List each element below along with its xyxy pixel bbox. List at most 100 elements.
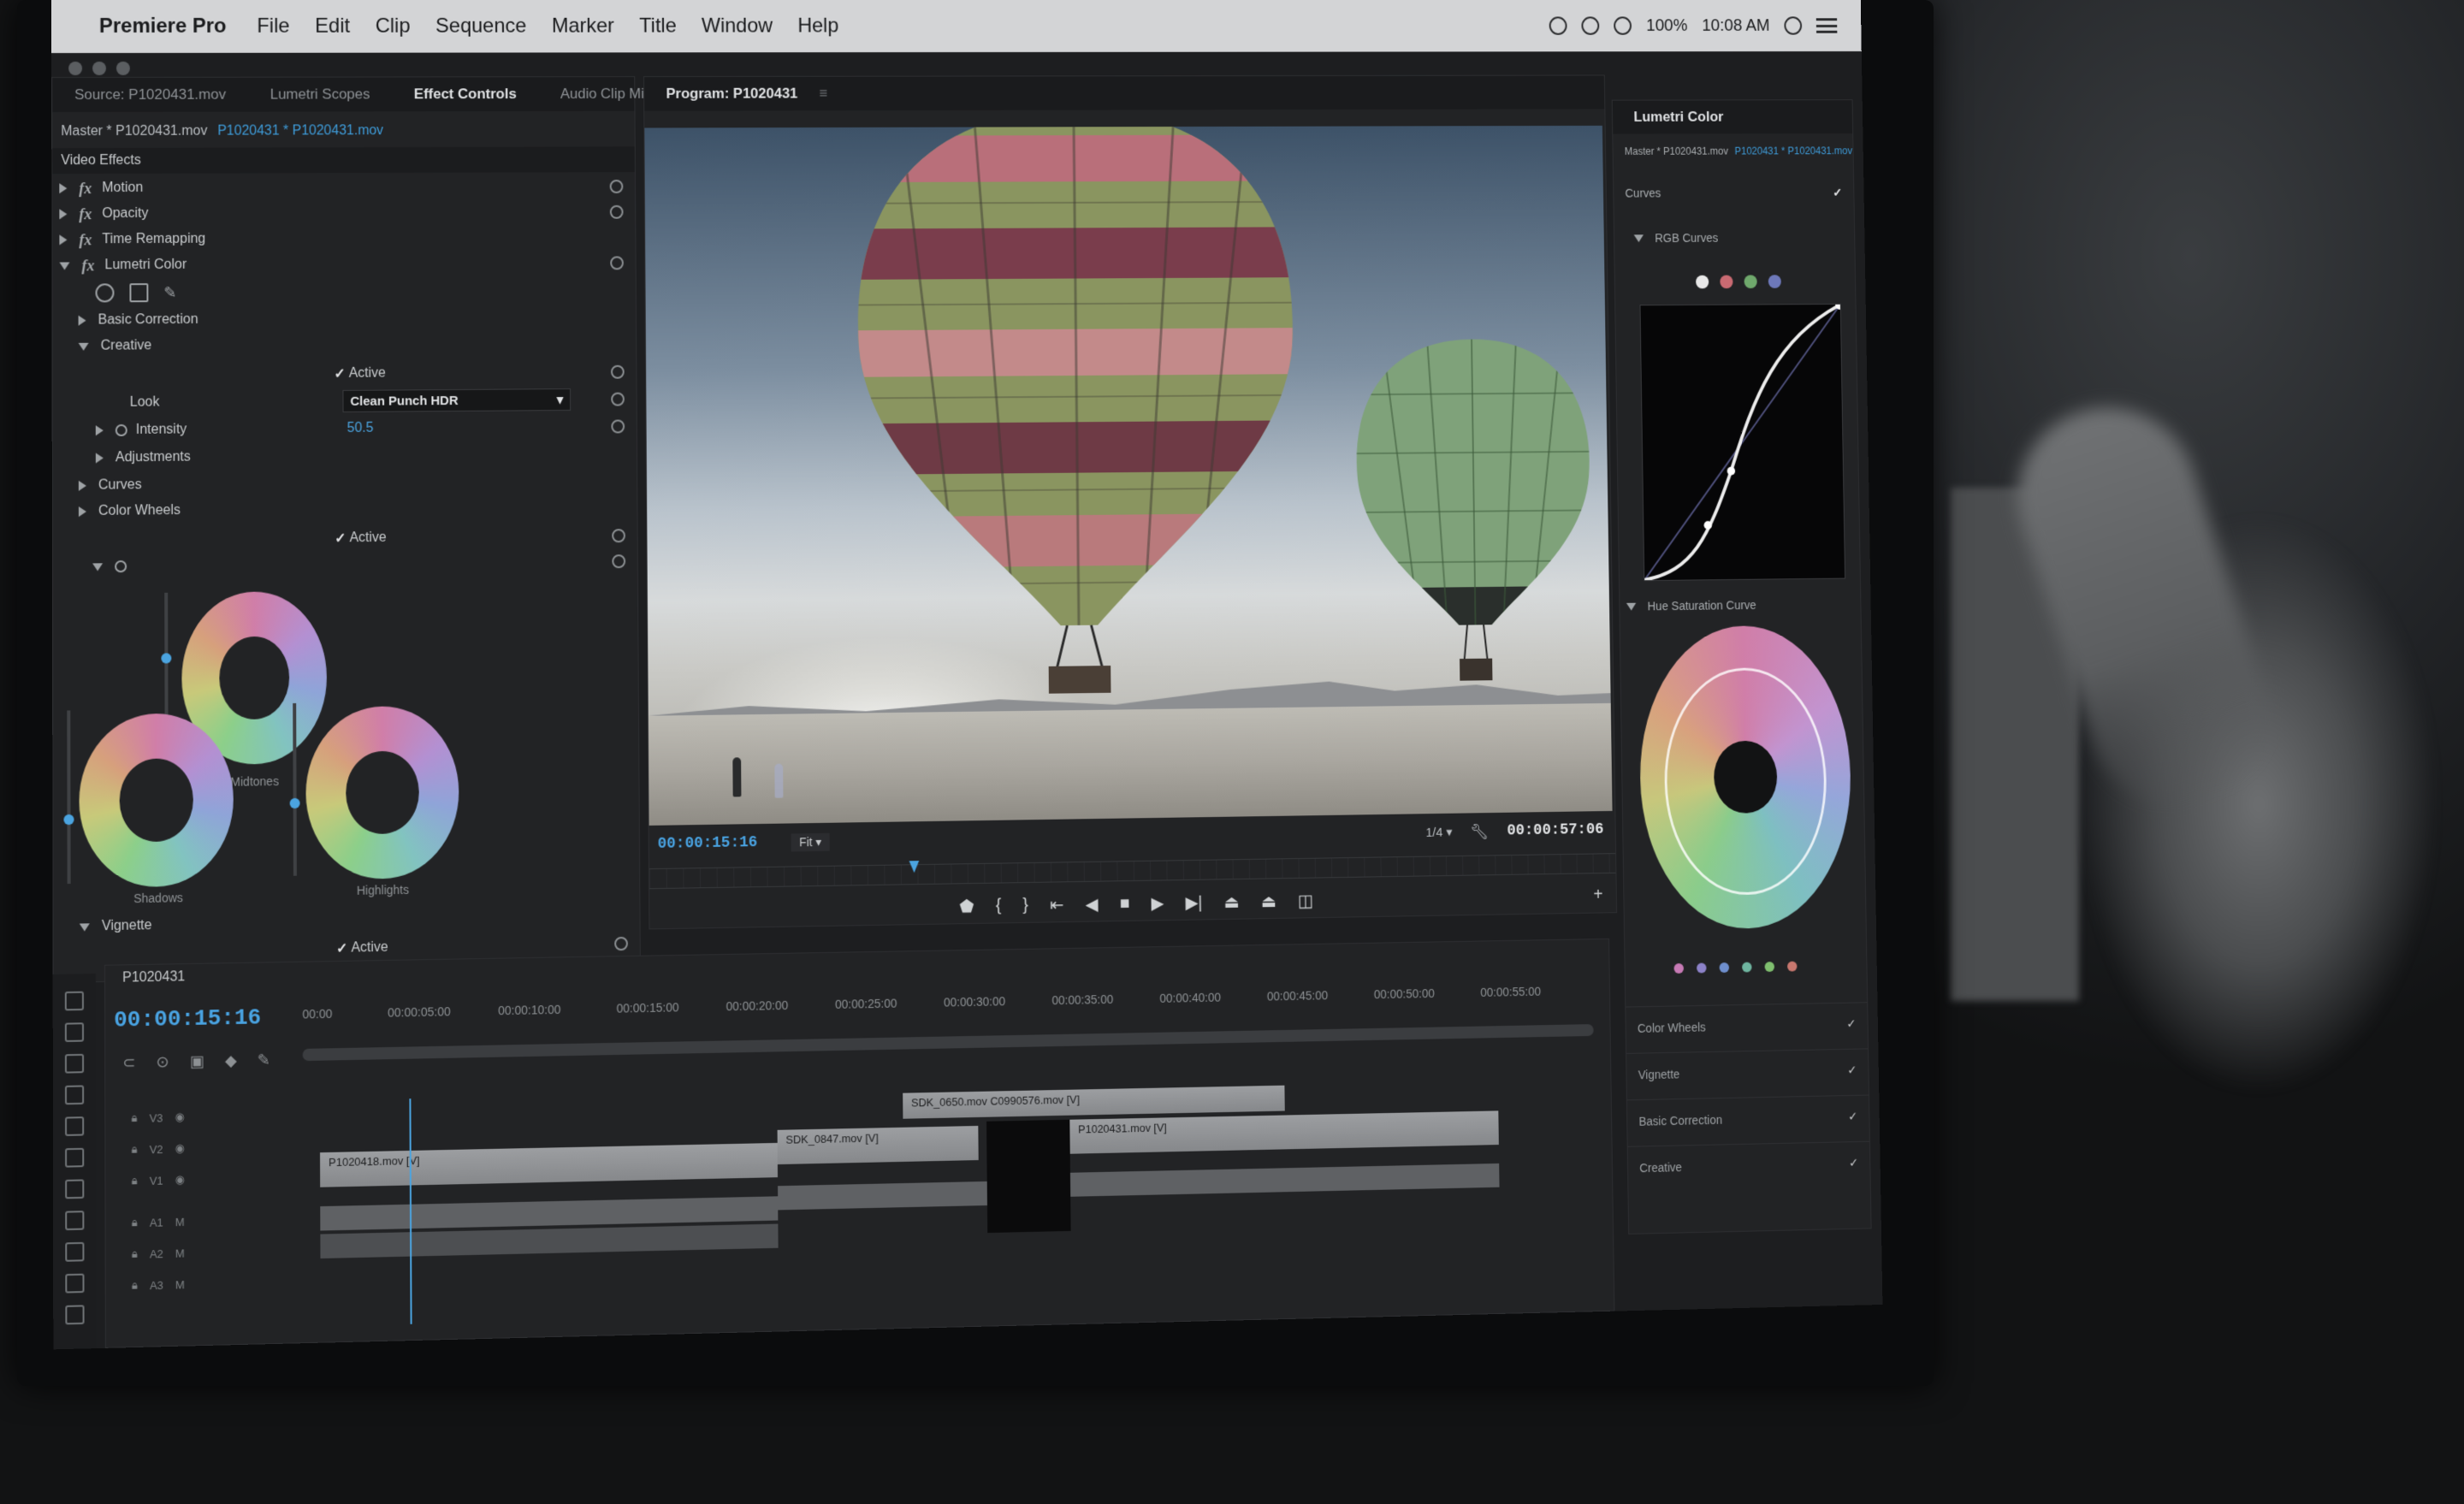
go-to-in-icon[interactable]: ⇤ — [1050, 894, 1064, 915]
hue-sat-section[interactable]: Hue Saturation Curve — [1620, 591, 1861, 619]
clip-link[interactable]: P1020431 * P1020431.mov — [1734, 145, 1852, 157]
minimize-window-button[interactable] — [92, 61, 107, 75]
lift-icon[interactable]: ⏏ — [1223, 891, 1240, 913]
hand-tool-icon[interactable] — [65, 1273, 85, 1294]
curves-section[interactable]: Curves ✓ — [1614, 180, 1854, 205]
slider-knob[interactable] — [63, 814, 74, 826]
razor-tool-icon[interactable] — [65, 1147, 85, 1168]
collapse-icon[interactable] — [1626, 602, 1637, 611]
adjustments-row[interactable]: Adjustments — [53, 441, 637, 471]
checkmark-icon[interactable]: ✓ — [1846, 1016, 1856, 1031]
checkmark-icon[interactable]: ✓ — [1849, 1156, 1858, 1170]
expand-icon[interactable] — [59, 183, 68, 194]
tab-sequence[interactable]: P1020431 — [122, 969, 185, 986]
stopwatch-icon[interactable] — [115, 423, 127, 437]
zoom-window-button[interactable] — [116, 61, 130, 75]
add-marker-icon[interactable]: ⬟ — [959, 896, 974, 917]
step-forward-icon[interactable]: ▶| — [1185, 892, 1202, 914]
effect-motion[interactable]: fx Motion — [52, 174, 635, 201]
effect-time-remapping[interactable]: fx Time Remapping — [52, 225, 635, 253]
button-editor-icon[interactable]: + — [1593, 885, 1602, 905]
white-channel-dot[interactable] — [1696, 275, 1709, 289]
pen-tool-icon[interactable] — [65, 1241, 85, 1262]
expand-icon[interactable] — [59, 209, 68, 220]
expand-icon[interactable] — [59, 234, 68, 246]
nest-icon[interactable]: ▣ — [190, 1052, 204, 1071]
eye-icon[interactable]: ◉ — [175, 1141, 185, 1156]
video-frame[interactable] — [644, 125, 1613, 826]
highlights-slider[interactable] — [289, 702, 300, 876]
linked-selection-icon[interactable]: ⊙ — [157, 1053, 169, 1072]
ripple-edit-tool-icon[interactable] — [64, 1053, 85, 1074]
play-icon[interactable]: ▶ — [1151, 892, 1164, 914]
fx-icon[interactable]: fx — [79, 180, 92, 198]
notification-icon[interactable] — [1815, 18, 1838, 33]
wifi-icon[interactable] — [1581, 16, 1600, 35]
clip-v2[interactable]: SDK_0847.mov [V] — [777, 1125, 979, 1165]
snap-icon[interactable]: ⊂ — [122, 1054, 135, 1073]
close-window-button[interactable] — [68, 61, 83, 75]
volume-icon[interactable] — [1614, 16, 1632, 35]
timeline-scrollbar[interactable] — [302, 1024, 1594, 1062]
collapse-icon[interactable] — [78, 342, 89, 351]
red-dot[interactable] — [1786, 961, 1798, 972]
midtones-slider[interactable] — [161, 592, 172, 731]
blue-channel-dot[interactable] — [1768, 275, 1781, 288]
expand-icon[interactable] — [78, 480, 86, 491]
expand-icon[interactable] — [78, 506, 86, 518]
extract-icon[interactable]: ⏏ — [1261, 891, 1276, 912]
collapse-icon[interactable] — [79, 922, 90, 932]
blue-dot[interactable] — [1719, 962, 1730, 974]
lock-icon[interactable]: 🔒︎ — [132, 1174, 138, 1187]
master-clip-label[interactable]: Master * P1020431.mov — [1625, 145, 1728, 157]
basic-correction-row[interactable]: Basic Correction — [53, 305, 637, 334]
lock-icon[interactable]: 🔒︎ — [132, 1247, 138, 1261]
stop-icon[interactable]: ■ — [1120, 894, 1130, 914]
tab-menu-icon[interactable]: ≡ — [820, 86, 828, 103]
reset-icon[interactable] — [612, 554, 626, 569]
audio-clip-a1-c[interactable] — [1069, 1163, 1500, 1197]
slip-tool-icon[interactable] — [65, 1179, 85, 1199]
fx-icon[interactable]: fx — [79, 231, 92, 249]
menu-marker[interactable]: Marker — [552, 15, 614, 38]
menu-sequence[interactable]: Sequence — [435, 15, 526, 38]
expand-icon[interactable] — [78, 315, 86, 326]
timeline-timecode[interactable]: 00:00:15:16 — [114, 1004, 261, 1033]
slider-knob[interactable] — [289, 797, 300, 809]
mute-icon[interactable]: M — [175, 1278, 185, 1292]
zoom-tool-icon[interactable] — [65, 1305, 85, 1325]
reset-icon[interactable] — [610, 256, 624, 270]
checkmark-icon[interactable]: ✓ — [334, 365, 345, 382]
green-channel-dot[interactable] — [1744, 275, 1757, 289]
search-icon[interactable] — [1784, 16, 1803, 35]
lock-icon[interactable]: 🔒︎ — [131, 1111, 137, 1125]
effect-lumetri-color[interactable]: fx Lumetri Color — [52, 250, 635, 278]
tab-lumetri-color[interactable]: Lumetri Color — [1613, 109, 1744, 126]
checkmark-icon[interactable]: ✓ — [1847, 1063, 1857, 1077]
reset-icon[interactable] — [614, 936, 628, 951]
menu-title[interactable]: Title — [639, 15, 677, 38]
reset-icon[interactable] — [611, 392, 625, 406]
black-video-clip[interactable] — [986, 1119, 1071, 1234]
eye-icon[interactable]: ◉ — [175, 1110, 185, 1124]
slider-knob[interactable] — [161, 653, 172, 664]
cyan-dot[interactable] — [1742, 962, 1752, 973]
timeline-ruler[interactable]: 00:00 00:00:05:00 00:00:10:00 00:00:15:0… — [302, 974, 1601, 1032]
green-dot[interactable] — [1764, 962, 1775, 973]
cloud-icon[interactable] — [1549, 16, 1567, 35]
magenta-dot[interactable] — [1673, 962, 1685, 974]
mark-in-icon[interactable]: { — [996, 896, 1002, 915]
creative-active[interactable]: ✓ Active — [53, 359, 637, 389]
menu-clip[interactable]: Clip — [376, 15, 411, 38]
lock-icon[interactable]: 🔒︎ — [132, 1278, 138, 1292]
stopwatch-icon[interactable] — [115, 560, 127, 573]
current-time[interactable]: 00:00:15:16 — [658, 834, 758, 853]
master-clip-label[interactable]: Master * P1020431.mov — [61, 124, 207, 139]
mute-icon[interactable]: M — [175, 1246, 185, 1260]
reset-icon[interactable] — [609, 180, 624, 193]
rate-stretch-tool-icon[interactable] — [65, 1116, 85, 1136]
fx-icon[interactable]: fx — [81, 257, 94, 275]
tab-effect-controls[interactable]: Effect Controls — [392, 86, 538, 103]
expand-icon[interactable] — [95, 425, 104, 436]
menu-file[interactable]: File — [257, 15, 289, 38]
